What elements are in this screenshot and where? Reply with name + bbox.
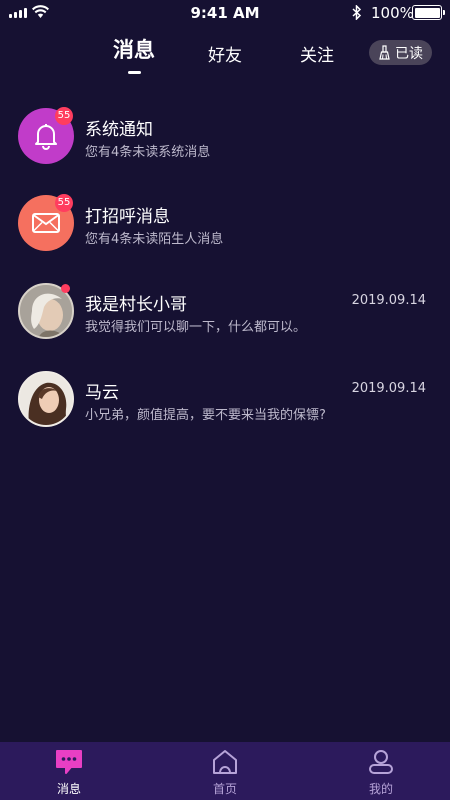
avatar-photo: [18, 371, 74, 427]
nav-label: 我的: [368, 782, 393, 796]
active-tab-indicator: [128, 71, 141, 74]
message-preview: 小兄弟，颜值提高，要不要来当我的保镖?: [85, 408, 326, 423]
message-item-chat[interactable]: 马云 2019.09.14 小兄弟，颜值提高，要不要来当我的保镖?: [0, 367, 450, 427]
tab-follow[interactable]: 关注: [300, 41, 334, 66]
unread-dot: [61, 284, 70, 293]
message-preview: 您有4条未读系统消息: [85, 145, 211, 160]
mark-read-label: 已读: [395, 45, 423, 62]
unread-count-badge: 55: [55, 194, 73, 212]
status-bar: 9:41 AM 100%: [0, 0, 450, 26]
profile-icon: [369, 750, 393, 774]
tab-friends[interactable]: 好友: [208, 41, 242, 66]
mark-all-read-button[interactable]: 已读: [369, 40, 432, 65]
bell-icon: [35, 124, 57, 150]
unread-count-badge: 55: [55, 107, 73, 125]
bottom-nav: 消息 首页 我的: [0, 742, 450, 800]
nav-item-profile[interactable]: 我的: [351, 749, 411, 797]
top-tabs: 消息 好友 关注 已读: [0, 36, 450, 80]
message-preview: 我觉得我们可以聊一下，什么都可以。: [85, 320, 307, 335]
nav-label: 首页: [212, 782, 237, 796]
message-item-greeting[interactable]: 55 打招呼消息 您有4条未读陌生人消息: [0, 191, 450, 251]
message-item-chat[interactable]: 我是村长小哥 2019.09.14 我觉得我们可以聊一下，什么都可以。: [0, 279, 450, 339]
message-title: 打招呼消息: [85, 207, 170, 227]
message-preview: 您有4条未读陌生人消息: [85, 232, 224, 247]
nav-item-messages[interactable]: 消息: [39, 749, 99, 797]
battery-percentage: 100%: [371, 4, 414, 22]
broom-icon: [379, 45, 390, 60]
battery-icon: [412, 5, 445, 20]
nav-label: 消息: [56, 782, 81, 796]
nav-item-home[interactable]: 首页: [195, 749, 255, 797]
message-item-system[interactable]: 55 系统通知 您有4条未读系统消息: [0, 104, 450, 164]
message-date: 2019.09.14: [351, 293, 426, 308]
envelope-icon: [32, 213, 60, 233]
message-title: 系统通知: [85, 120, 153, 140]
tab-messages[interactable]: 消息: [113, 34, 155, 64]
message-title: 马云: [85, 383, 119, 403]
bluetooth-icon: [352, 5, 362, 20]
messages-screen: 9:41 AM 100% 消息 好友 关注 已读 55 系统通知 您有4条未读系…: [0, 0, 450, 800]
chat-bubble-icon: [56, 750, 82, 774]
message-date: 2019.09.14: [351, 381, 426, 396]
message-title: 我是村长小哥: [85, 295, 187, 315]
home-icon: [213, 750, 237, 774]
